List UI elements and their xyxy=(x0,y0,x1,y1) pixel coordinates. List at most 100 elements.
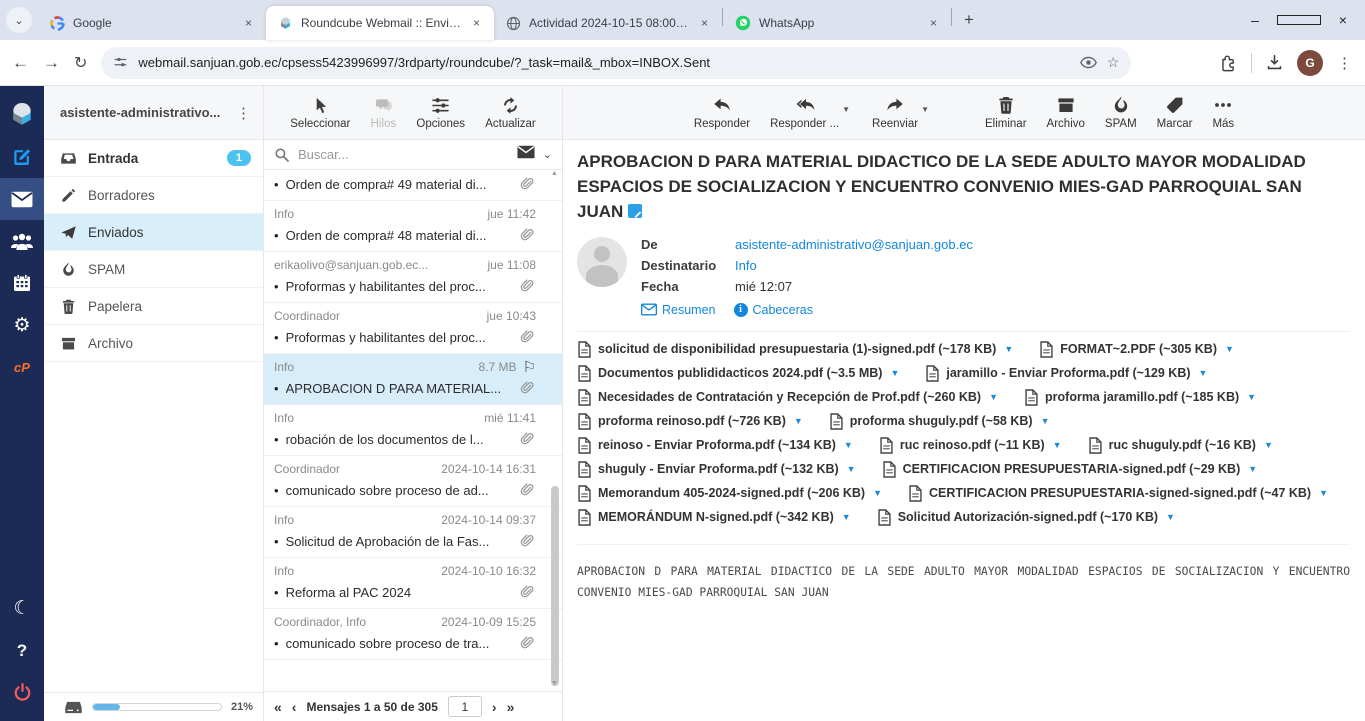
tab-actividad[interactable]: Actividad 2024-10-15 08:00:00 × xyxy=(494,6,722,40)
maximize-icon[interactable] xyxy=(1277,0,1321,40)
spam-button[interactable]: SPAM xyxy=(1105,95,1137,130)
dark-mode-button[interactable]: ☾ xyxy=(0,587,44,629)
forward-icon[interactable]: → xyxy=(43,53,60,73)
folder-borradores[interactable]: Borradores xyxy=(44,177,263,214)
list-item[interactable]: • Orden de compra# 49 material di... xyxy=(264,170,562,201)
attachment-menu-caret-icon[interactable]: ▼ xyxy=(1166,512,1175,522)
attachment-item[interactable]: reinoso - Enviar Proforma.pdf (~134 KB) … xyxy=(577,437,853,454)
back-icon[interactable]: ← xyxy=(12,53,29,73)
folder-papelera[interactable]: Papelera xyxy=(44,288,263,325)
attachment-item[interactable]: proforma jaramillo.pdf (~185 KB) ▼ xyxy=(1024,389,1256,406)
first-page-icon[interactable]: « xyxy=(274,699,282,715)
tab-close-icon[interactable]: × xyxy=(241,14,256,32)
attachment-item[interactable]: CERTIFICACION PRESUPUESTARIA-signed-sign… xyxy=(908,485,1328,502)
folder-entrada[interactable]: Entrada 1 xyxy=(44,140,263,177)
attachment-item[interactable]: CERTIFICACION PRESUPUESTARIA-signed.pdf … xyxy=(882,461,1258,478)
attachment-menu-caret-icon[interactable]: ▼ xyxy=(794,416,803,426)
last-page-icon[interactable]: » xyxy=(507,699,515,715)
reply-button[interactable]: Responder xyxy=(694,95,750,130)
attachment-menu-caret-icon[interactable]: ▼ xyxy=(1247,392,1256,402)
new-tab-button[interactable]: + xyxy=(952,10,986,30)
list-item[interactable]: Coordinador, Info 2024-10-09 15:25 • com… xyxy=(264,609,562,660)
attachment-menu-caret-icon[interactable]: ▼ xyxy=(873,488,882,498)
reload-icon[interactable]: ↻ xyxy=(74,53,87,73)
attachment-item[interactable]: shuguly - Enviar Proforma.pdf (~132 KB) … xyxy=(577,461,856,478)
address-bar[interactable]: ☆ xyxy=(101,47,1131,79)
attachment-menu-caret-icon[interactable]: ▼ xyxy=(847,464,856,474)
edit-subject-icon[interactable] xyxy=(628,204,642,218)
attachment-menu-caret-icon[interactable]: ▼ xyxy=(1004,344,1013,354)
attachment-menu-caret-icon[interactable]: ▼ xyxy=(1319,488,1328,498)
summary-button[interactable]: Resumen xyxy=(641,303,716,317)
mark-button[interactable]: Marcar xyxy=(1157,95,1193,130)
attachment-menu-caret-icon[interactable]: ▼ xyxy=(1199,368,1208,378)
attachment-item[interactable]: proforma shuguly.pdf (~58 KB) ▼ xyxy=(829,413,1050,430)
folder-options-icon[interactable]: ⋮ xyxy=(232,104,255,122)
profile-avatar[interactable]: G xyxy=(1297,50,1323,76)
options-button[interactable]: Opciones xyxy=(416,96,465,130)
contacts-button[interactable] xyxy=(0,220,44,262)
tab-search-icon[interactable]: ⌄ xyxy=(6,7,32,33)
attachment-item[interactable]: ruc shuguly.pdf (~16 KB) ▼ xyxy=(1088,437,1273,454)
settings-button[interactable]: ⚙ xyxy=(0,304,44,346)
attachment-menu-caret-icon[interactable]: ▼ xyxy=(844,440,853,450)
attachment-menu-caret-icon[interactable]: ▼ xyxy=(890,368,899,378)
compose-button[interactable] xyxy=(0,136,44,178)
browser-menu-icon[interactable]: ⋮ xyxy=(1337,54,1353,72)
attachment-menu-caret-icon[interactable]: ▼ xyxy=(1041,416,1050,426)
forward-button[interactable]: Reenviar xyxy=(872,95,918,130)
delete-button[interactable]: Eliminar xyxy=(985,95,1027,130)
list-scrollbar[interactable]: ▲ ▼ xyxy=(549,86,561,721)
list-item[interactable]: Info mié 11:41 • robación de los documen… xyxy=(264,405,562,456)
attachment-menu-caret-icon[interactable]: ▼ xyxy=(1264,440,1273,450)
attachment-menu-caret-icon[interactable]: ▼ xyxy=(1248,464,1257,474)
list-item[interactable]: Info 8.7 MB ⚐ • APROBACION D PARA MATERI… xyxy=(264,354,562,405)
search-input[interactable] xyxy=(298,147,509,162)
list-item[interactable]: Info 2024-10-10 16:32 • Reforma al PAC 2… xyxy=(264,558,562,609)
archive-button[interactable]: Archivo xyxy=(1047,95,1085,130)
from-address-link[interactable]: asistente-administrativo@sanjuan.gob.ec xyxy=(735,237,973,252)
attachment-item[interactable]: Necesidades de Contratación y Recepción … xyxy=(577,389,998,406)
select-button[interactable]: Seleccionar xyxy=(290,96,350,130)
folder-spam[interactable]: SPAM xyxy=(44,251,263,288)
attachment-item[interactable]: Memorandum 405-2024-signed.pdf (~206 KB)… xyxy=(577,485,882,502)
help-button[interactable]: ? xyxy=(0,629,44,671)
to-address-link[interactable]: Info xyxy=(735,258,757,273)
site-info-icon[interactable] xyxy=(113,55,128,70)
extensions-icon[interactable] xyxy=(1220,54,1237,72)
mail-nav-button[interactable] xyxy=(0,178,44,220)
bookmark-star-icon[interactable]: ☆ xyxy=(1107,54,1120,71)
tab-whatsapp[interactable]: WhatsApp × xyxy=(723,6,951,40)
attachment-menu-caret-icon[interactable]: ▼ xyxy=(842,512,851,522)
list-item[interactable]: Info 2024-10-14 09:37 • Solicitud de Apr… xyxy=(264,507,562,558)
tab-close-icon[interactable]: × xyxy=(926,14,941,32)
headers-button[interactable]: i Cabeceras xyxy=(734,303,813,317)
search-scope-icon[interactable] xyxy=(517,145,535,164)
prev-page-icon[interactable]: ‹ xyxy=(292,699,297,715)
folder-enviados[interactable]: Enviados xyxy=(44,214,263,251)
list-item[interactable]: Info jue 11:42 • Orden de compra# 48 mat… xyxy=(264,201,562,252)
tab-close-icon[interactable]: × xyxy=(469,14,484,32)
refresh-button[interactable]: Actualizar xyxy=(485,96,536,130)
attachment-item[interactable]: Documentos publididacticos 2024.pdf (~3.… xyxy=(577,365,899,382)
attachment-item[interactable]: jaramillo - Enviar Proforma.pdf (~129 KB… xyxy=(925,365,1207,382)
list-item[interactable]: Coordinador 2024-10-14 16:31 • comunicad… xyxy=(264,456,562,507)
logout-button[interactable] xyxy=(0,671,44,713)
calendar-button[interactable] xyxy=(0,262,44,304)
minimize-icon[interactable]: – xyxy=(1233,0,1277,40)
list-item[interactable]: Coordinador jue 10:43 • Proformas y habi… xyxy=(264,303,562,354)
tab-google[interactable]: Google × xyxy=(38,6,266,40)
download-icon[interactable] xyxy=(1266,54,1283,71)
reply-all-caret-icon[interactable]: ▼ xyxy=(842,105,850,114)
close-icon[interactable]: × xyxy=(1321,0,1365,40)
reading-mode-eye-icon[interactable] xyxy=(1080,56,1097,69)
flag-icon[interactable]: ⚐ xyxy=(523,358,536,376)
attachment-item[interactable]: proforma reinoso.pdf (~726 KB) ▼ xyxy=(577,413,803,430)
folder-archivo[interactable]: Archivo xyxy=(44,325,263,362)
next-page-icon[interactable]: › xyxy=(492,699,497,715)
more-button[interactable]: Más xyxy=(1212,95,1234,130)
url-input[interactable] xyxy=(138,55,1069,70)
attachment-item[interactable]: ruc reinoso.pdf (~11 KB) ▼ xyxy=(879,437,1062,454)
attachment-item[interactable]: Solicitud Autorización-signed.pdf (~170 … xyxy=(877,509,1175,526)
attachment-menu-caret-icon[interactable]: ▼ xyxy=(1225,344,1234,354)
